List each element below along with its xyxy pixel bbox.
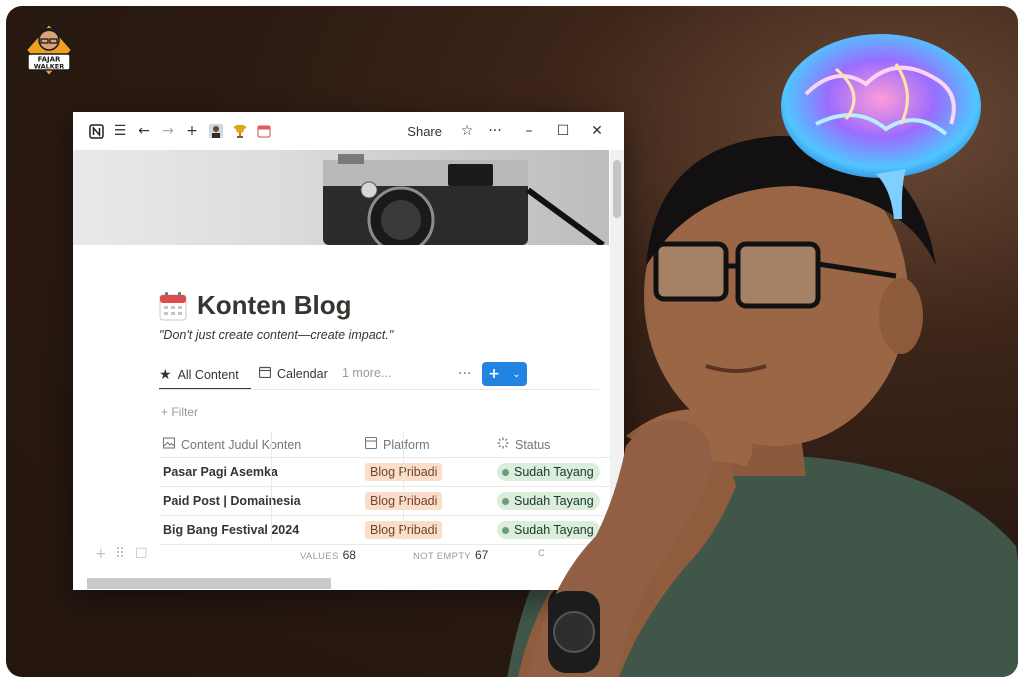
person-hand-overlay xyxy=(527,419,712,677)
share-button[interactable]: Share xyxy=(407,124,442,139)
page-title: Konten Blog xyxy=(159,290,352,321)
not-empty-calculation[interactable]: NOT EMPTY 67 xyxy=(413,548,488,562)
maximize-icon[interactable]: ☐ xyxy=(546,119,580,143)
column-header-platform[interactable]: Platform xyxy=(364,436,430,452)
notion-logo-icon[interactable] xyxy=(87,122,105,140)
star-icon: ★ xyxy=(159,366,172,382)
view-options-icon[interactable]: ··· xyxy=(458,366,471,382)
background-frame: FAJAR WALKER ☰ ← → + Share ☆ ··· – ☐ ✕ K… xyxy=(6,6,1018,677)
fajar-walker-logo: FAJAR WALKER xyxy=(24,22,74,78)
image-icon xyxy=(162,437,176,452)
calendar-view-icon xyxy=(258,366,272,381)
page-title-text: Konten Blog xyxy=(197,290,352,320)
page-cover-image xyxy=(73,150,609,245)
column-divider xyxy=(403,431,404,541)
column-header-title[interactable]: Content Judul Konten xyxy=(162,437,301,452)
minimize-icon[interactable]: – xyxy=(512,119,546,143)
values-calculation[interactable]: VALUES 68 xyxy=(300,548,356,562)
tab-all-content[interactable]: ★ All Content xyxy=(159,366,239,383)
window-titlebar: ☰ ← → + Share ☆ ··· – ☐ ✕ xyxy=(73,112,624,150)
drag-handle-icon[interactable]: ⠿ xyxy=(115,546,125,562)
calendar-emoji-icon xyxy=(159,291,187,320)
tab-calendar[interactable]: Calendar xyxy=(258,366,328,381)
close-icon[interactable]: ✕ xyxy=(580,119,614,143)
profile-page-icon[interactable] xyxy=(207,122,225,140)
scrollbar-thumb[interactable] xyxy=(613,160,621,218)
select-checkbox[interactable]: ☐ xyxy=(135,546,148,562)
glowing-brain-image xyxy=(781,34,981,219)
row-title[interactable]: Paid Post | Domainesia xyxy=(163,494,301,508)
column-divider xyxy=(271,431,272,541)
calendar-page-icon[interactable] xyxy=(255,122,273,140)
tab-more[interactable]: 1 more... xyxy=(342,366,391,380)
database-view-tabs: ★ All Content Calendar 1 more... xyxy=(159,360,529,390)
more-options-icon[interactable]: ··· xyxy=(478,119,512,143)
chevron-down-icon[interactable]: ⌄ xyxy=(506,369,527,380)
add-row-plus-icon[interactable]: + xyxy=(95,546,107,562)
page-quote: "Don't just create content—create impact… xyxy=(159,328,394,342)
new-tab-plus-icon[interactable]: + xyxy=(183,122,201,140)
svg-text:WALKER: WALKER xyxy=(34,63,65,71)
row-title[interactable]: Pasar Pagi Asemka xyxy=(163,465,278,479)
select-icon xyxy=(364,436,378,452)
menu-icon[interactable]: ☰ xyxy=(111,122,129,140)
back-arrow-icon[interactable]: ← xyxy=(135,122,153,140)
plus-icon: + xyxy=(488,366,500,382)
add-filter-button[interactable]: + Filter xyxy=(161,405,198,419)
favorite-star-icon[interactable]: ☆ xyxy=(456,119,478,143)
row-title[interactable]: Big Bang Festival 2024 xyxy=(163,523,299,537)
horizontal-scrollbar[interactable] xyxy=(87,578,331,589)
new-entry-button[interactable]: + ⌄ xyxy=(482,362,527,386)
camera-illustration xyxy=(323,154,605,245)
forward-arrow-icon[interactable]: → xyxy=(159,122,177,140)
trophy-page-icon[interactable] xyxy=(231,122,249,140)
